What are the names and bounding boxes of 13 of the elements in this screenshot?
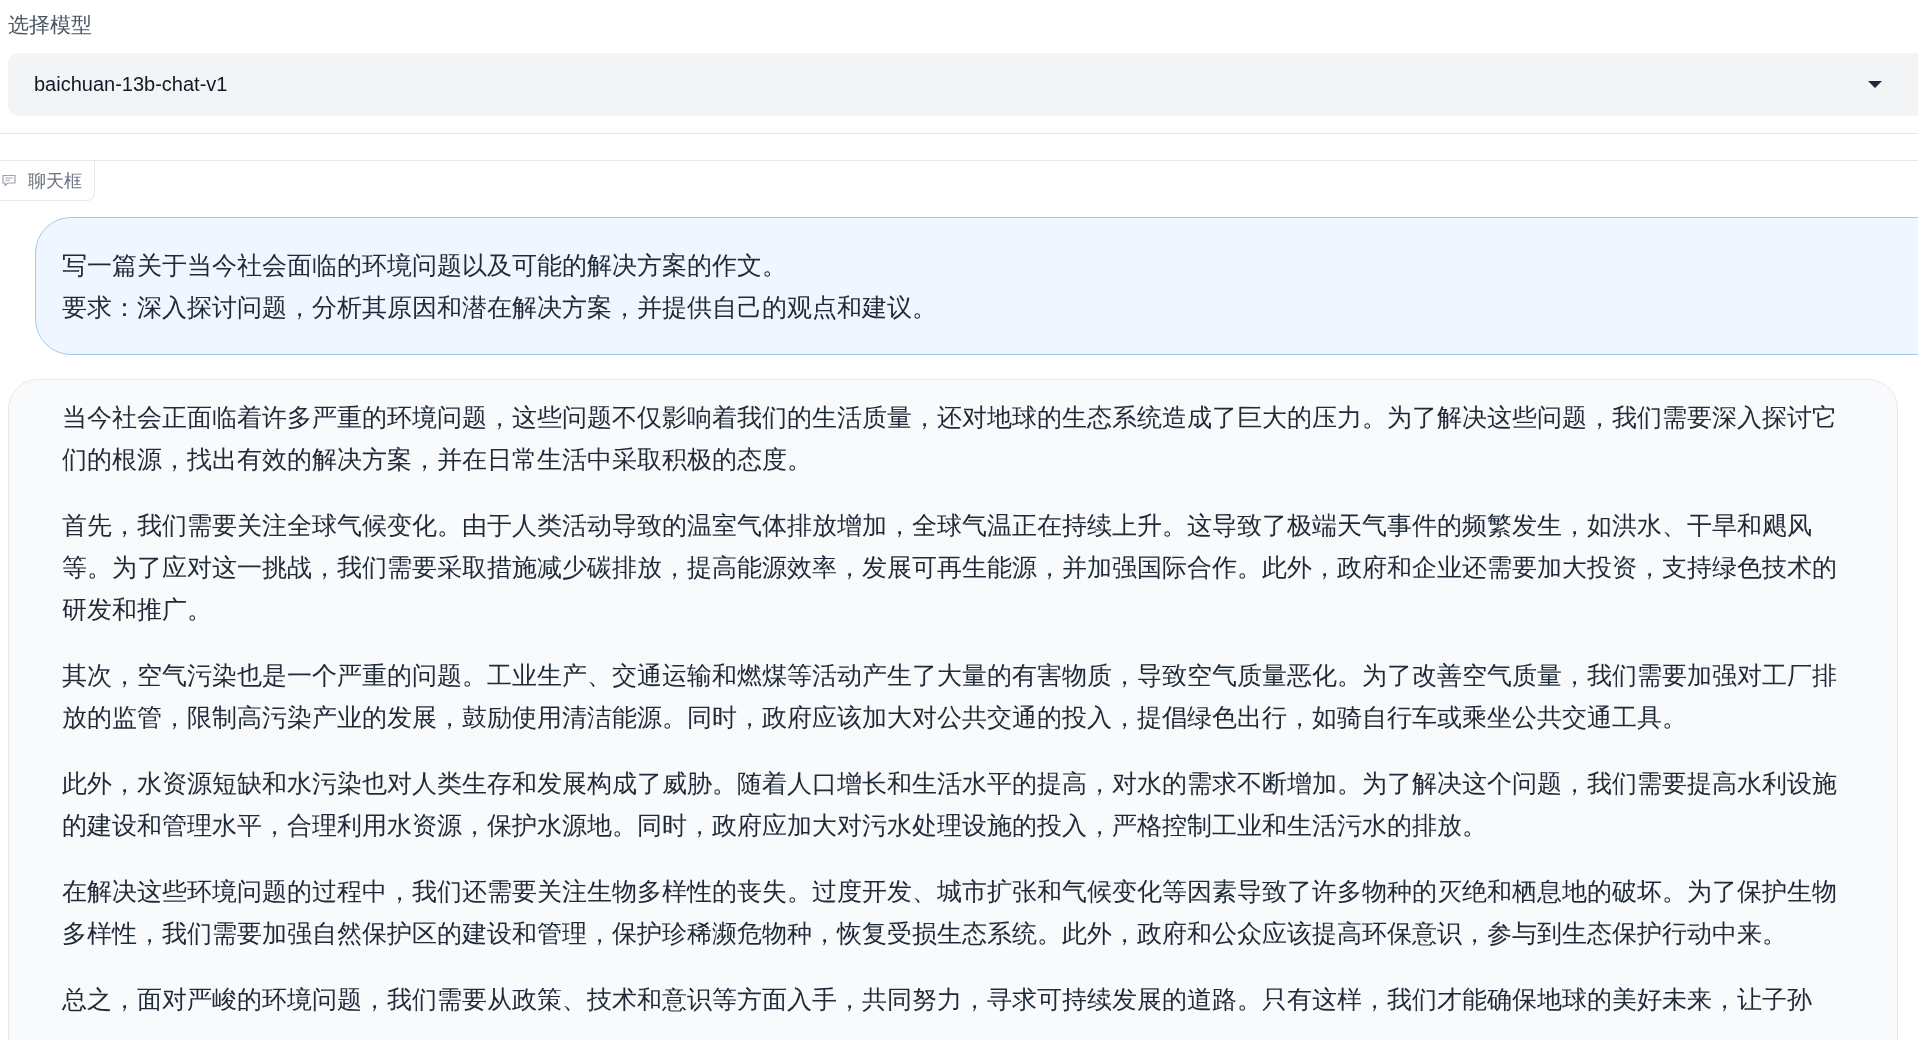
chat-icon [2,174,16,187]
chat-tab[interactable]: 聊天框 [0,161,95,201]
message-paragraph: 其次，空气污染也是一个严重的问题。工业生产、交通运输和燃煤等活动产生了大量的有害物质，导致空气质量恶化。为了改善空气质量，我们需要加强对工厂排放的监管，限制高污染产业的发展，鼓励使用清洁能源。同时，政府应该加大对公共交通的投入，提倡绿色出行，如骑自行车或乘坐公共交通工具。 [62,660,1838,733]
model-dropdown[interactable]: baichuan-13b-chat-v1 [8,53,1918,116]
message-paragraph: 首先，我们需要关注全球气候变化。由于人类活动导致的温室气体排放增加，全球气温正在持续上升。这导致了极端天气事件的频繁发生，如洪水、干旱和飓风等。为了应对这一挑战，我们需要采取措施减少碳排放，提高能源效率，发展可再生能源，并加强国际合作。此外，政府和企业还需要加大投资，支持绿色技术的研发和推广。 [62,510,1838,625]
message-paragraph: 当今社会正面临着许多严重的环境问题，这些问题不仅影响着我们的生活质量，还对地球的生态系统造成了巨大的压力。为了解决这些问题，我们需要深入探讨它们的根源，找出有效的解决方案，并在日常生活中采取积极的态度。 [62,402,1838,475]
message-paragraph: 总之，面对严峻的环境问题，我们需要从政策、技术和意识等方面入手，共同努力，寻求可持续发展的道路。只有这样，我们才能确保地球的美好未来，让子孙 [62,984,1813,1015]
message-paragraph: 此外，水资源短缺和水污染也对人类生存和发展构成了威胁。随着人口增长和生活水平的提高，对水的需求不断增加。为了解决这个问题，我们需要提高水利设施的建设和管理水平，合理利用水资源，保护水源地。同时，政府应加大对污水处理设施的投入，严格控制工业和生活污水的排放。 [62,768,1838,841]
message-text: 要求：深入探讨问题，分析其原因和潜在解决方案，并提供自己的观点和建议。 [62,292,937,323]
caret-icon [1868,80,1882,89]
field-label: 选择模型 [7,12,93,38]
message-text: 写一篇关于当今社会面临的环境问题以及可能的解决方案的作文。 [62,250,787,281]
message-paragraph: 在解决这些环境问题的过程中，我们还需要关注生物多样性的丧失。过度开发、城市扩张和气候变化等因素导致了许多物种的灭绝和栖息地的破坏。为了保护生物多样性，我们需要加强自然保护区的建设和管理，保护珍稀濒危物种，恢复受损生态系统。此外，政府和公众应该提高环保意识，参与到生态保护行动中来。 [62,876,1838,949]
